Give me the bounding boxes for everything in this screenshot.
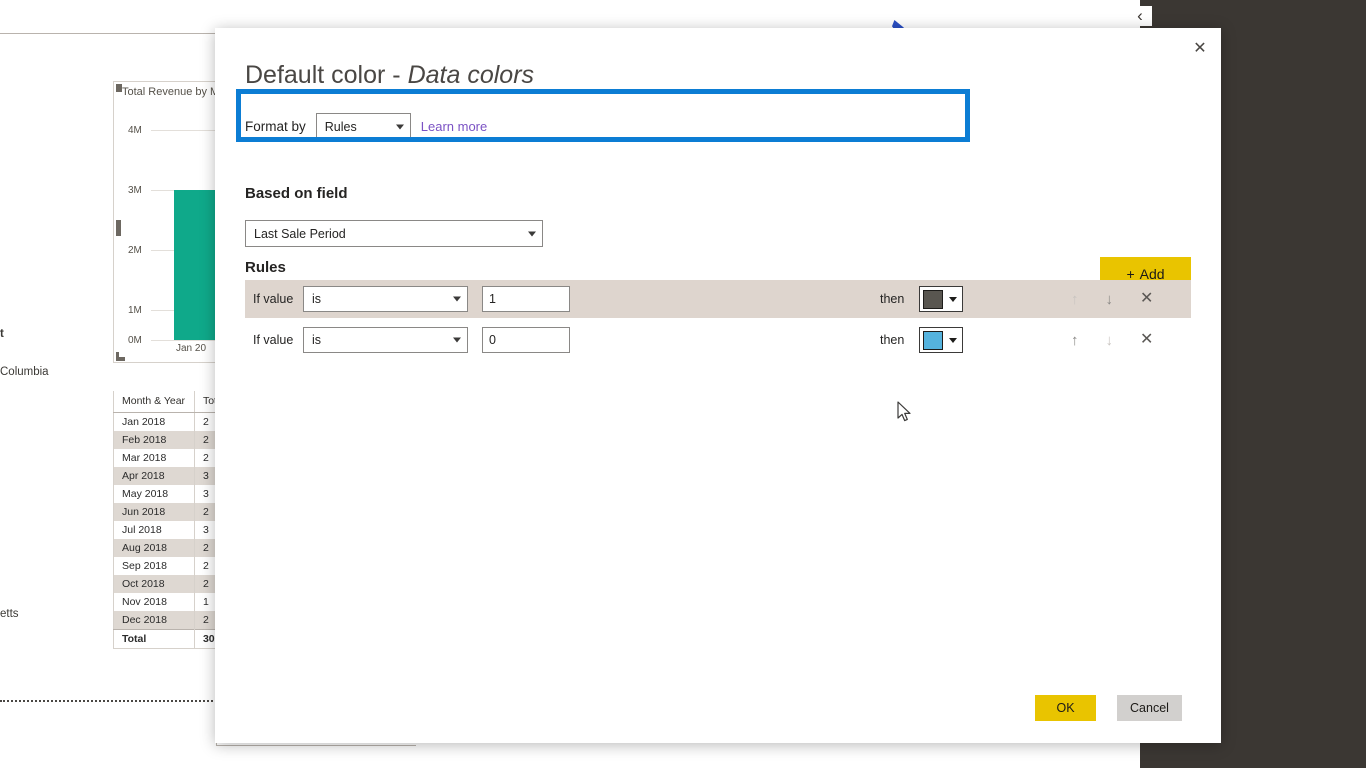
chevron-down-icon	[396, 124, 404, 129]
rule-condition-select[interactable]: is	[303, 286, 468, 312]
table-row[interactable]: Mar 20182	[114, 449, 225, 467]
move-rule-down-button[interactable]: ↓	[1106, 292, 1114, 307]
color-swatch	[923, 290, 943, 309]
table-row[interactable]: Jan 20182	[114, 413, 225, 432]
chevron-left-icon[interactable]: ‹	[1128, 6, 1152, 26]
text-fragment-a: t	[0, 328, 4, 340]
dialog-title-emphasis: Data colors	[408, 61, 534, 89]
format-by-value: Rules	[325, 120, 357, 134]
rule-row[interactable]: If value is then ↑ ↓ ✕	[245, 280, 1191, 318]
rule-color-picker[interactable]	[919, 286, 963, 312]
cancel-button[interactable]: Cancel	[1117, 695, 1182, 721]
table-cell-month: Feb 2018	[114, 431, 195, 449]
chevron-down-icon	[528, 231, 536, 236]
close-icon[interactable]: ✕	[1185, 34, 1215, 62]
rules-list: If value is then ↑ ↓ ✕ If value is then ↑ ↓ ✕	[245, 280, 1191, 359]
table-cell-month: Aug 2018	[114, 539, 195, 557]
move-rule-up-button[interactable]: ↑	[1071, 333, 1079, 348]
format-by-row: Format by Rules Learn more	[245, 113, 487, 140]
table-row[interactable]: May 20183	[114, 485, 225, 503]
table-col-header-month: Month & Year	[114, 391, 195, 413]
rule-condition-value: is	[312, 292, 321, 306]
if-value-label: If value	[245, 333, 303, 347]
color-swatch	[923, 331, 943, 350]
learn-more-link[interactable]: Learn more	[421, 119, 487, 134]
app-root: Total Revenue by M 4M 3M 2M 1M 0M Jan 20…	[0, 0, 1366, 768]
table-cell-month: Jan 2018	[114, 413, 195, 432]
rule-color-picker[interactable]	[919, 327, 963, 353]
table-row[interactable]: Jun 20182	[114, 503, 225, 521]
text-fragment-b: Columbia	[0, 366, 49, 378]
delete-rule-button[interactable]: ✕	[1140, 291, 1153, 307]
table-row[interactable]: Aug 20182	[114, 539, 225, 557]
rule-condition-select[interactable]: is	[303, 327, 468, 353]
table-cell-month: Oct 2018	[114, 575, 195, 593]
rules-label: Rules	[245, 259, 286, 276]
table-row[interactable]: Apr 20183	[114, 467, 225, 485]
based-on-field-value: Last Sale Period	[254, 227, 346, 241]
table-cell-month: Apr 2018	[114, 467, 195, 485]
table-row[interactable]: Dec 20182	[114, 611, 225, 630]
table-cell-month: Jul 2018	[114, 521, 195, 539]
rule-condition-value: is	[312, 333, 321, 347]
dotted-divider	[0, 700, 217, 702]
canvas-horizontal-divider	[216, 745, 416, 746]
table-row[interactable]: Sep 20182	[114, 557, 225, 575]
then-label: then	[880, 333, 904, 347]
chevron-down-icon	[949, 297, 957, 302]
move-rule-up-button[interactable]: ↑	[1071, 292, 1079, 307]
ok-button[interactable]: OK	[1035, 695, 1096, 721]
table-visual[interactable]: Month & Year Tot Jan 20182Feb 20182Mar 2…	[113, 391, 225, 649]
chart-handle-bottom-left	[116, 352, 125, 361]
then-label: then	[880, 292, 904, 306]
dialog-title: Default color - Data colors	[245, 61, 534, 90]
if-value-label: If value	[245, 292, 303, 306]
data-colors-dialog: ✕ Default color - Data colors Format by …	[215, 28, 1221, 743]
mouse-cursor	[897, 401, 913, 423]
chevron-down-icon	[453, 338, 461, 343]
rule-value-input[interactable]	[482, 327, 570, 353]
table-cell-month: Sep 2018	[114, 557, 195, 575]
dialog-title-main: Default color	[245, 61, 385, 89]
rule-value-input[interactable]	[482, 286, 570, 312]
table-total-row: Total30,	[114, 630, 225, 649]
table-cell-month: Dec 2018	[114, 611, 195, 630]
delete-rule-button[interactable]: ✕	[1140, 332, 1153, 348]
dialog-footer: OK Cancel	[215, 695, 1221, 725]
based-on-field-label: Based on field	[245, 185, 348, 202]
table-cell-month: Nov 2018	[114, 593, 195, 611]
table-header-row: Month & Year Tot	[114, 391, 225, 413]
based-on-field-select[interactable]: Last Sale Period	[245, 220, 543, 247]
chevron-down-icon	[453, 297, 461, 302]
table-row[interactable]: Oct 20182	[114, 575, 225, 593]
table-cell-month: Jun 2018	[114, 503, 195, 521]
move-rule-down-button[interactable]: ↓	[1106, 333, 1114, 348]
chevron-down-icon	[949, 338, 957, 343]
table-cell-month: Mar 2018	[114, 449, 195, 467]
table-row[interactable]: Nov 20181	[114, 593, 225, 611]
rule-actions: ↑ ↓ ✕	[1071, 332, 1153, 348]
chart-visual[interactable]: Total Revenue by M 4M 3M 2M 1M 0M Jan 20	[113, 81, 225, 363]
format-by-select[interactable]: Rules	[316, 113, 411, 140]
format-by-label: Format by	[245, 119, 306, 134]
table-row[interactable]: Jul 20183	[114, 521, 225, 539]
table-row[interactable]: Feb 20182	[114, 431, 225, 449]
rule-row[interactable]: If value is then ↑ ↓ ✕	[245, 321, 1191, 359]
x-axis-tick: Jan 20	[176, 343, 206, 354]
dialog-title-separator: -	[385, 61, 407, 89]
table-total-label: Total	[114, 630, 195, 649]
table-cell-month: May 2018	[114, 485, 195, 503]
plot-area	[114, 82, 225, 341]
rule-actions: ↑ ↓ ✕	[1071, 291, 1153, 307]
text-fragment-c: etts	[0, 608, 19, 620]
